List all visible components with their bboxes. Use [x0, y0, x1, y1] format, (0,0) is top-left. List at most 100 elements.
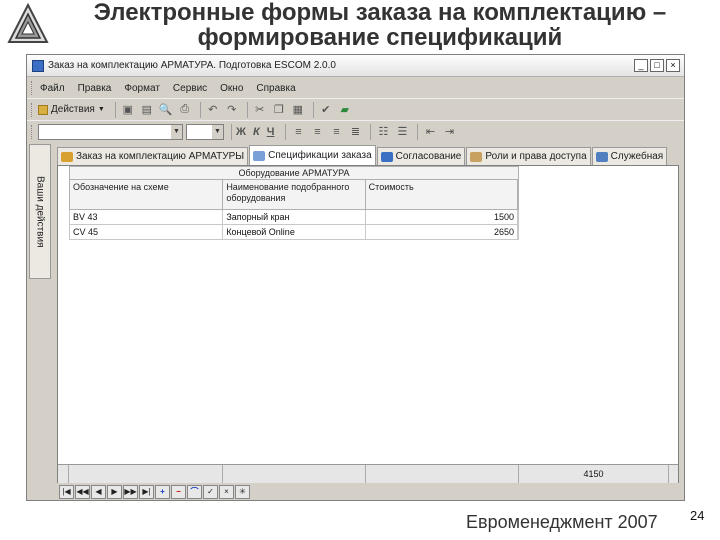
cell-cost[interactable]: 2650 — [366, 225, 518, 239]
delete-record-button[interactable]: − — [171, 484, 186, 499]
align-left-icon[interactable]: ≡ — [290, 124, 306, 140]
prev-record-button[interactable]: ◀ — [91, 484, 106, 499]
tab-bar: Заказ на комплектацию АРМАТУРЫ Специфика… — [57, 145, 683, 165]
first-record-button[interactable]: |◀ — [59, 484, 74, 499]
column-header-designation[interactable]: Обозначение на схеме — [70, 180, 224, 209]
app-icon — [32, 59, 44, 72]
tab-service[interactable]: Служебная — [591, 147, 668, 165]
close-button[interactable]: × — [666, 59, 680, 72]
service-icon — [595, 151, 608, 162]
users-icon — [470, 151, 483, 162]
tab-roles[interactable]: Роли и права доступа — [466, 147, 591, 165]
app-window: Заказ на комплектацию АРМАТУРА. Подготов… — [26, 54, 685, 501]
print-preview-icon[interactable]: 🔍 — [158, 102, 174, 118]
edit-record-button[interactable]: ⌒ — [187, 484, 202, 499]
chevron-down-icon: ▼ — [97, 106, 105, 113]
table-row[interactable]: BV 43 Запорный кран 1500 — [69, 210, 519, 225]
window-title: Заказ на комплектацию АРМАТУРА. Подготов… — [48, 60, 336, 71]
paste-icon[interactable]: ▦ — [290, 102, 306, 118]
redo-icon[interactable]: ↷ — [224, 102, 240, 118]
slide-title-line2: формирование спецификаций — [197, 24, 563, 51]
actions-button[interactable]: Действия ▼ — [38, 104, 105, 115]
cell-designation[interactable]: CV 45 — [70, 225, 224, 239]
justify-icon[interactable]: ≣ — [347, 124, 363, 140]
standard-toolbar: Действия ▼ ▣ ▤ 🔍 ⎙ ↶ ↷ ✂ ❐ ▦ ✔ ▰ — [27, 98, 684, 120]
formatting-toolbar: ▼ ▼ Ж К Ч ≡ ≡ ≡ ≣ ☷ ☰ ⇤ ⇥ — [27, 120, 684, 142]
tab-specifications[interactable]: Спецификации заказа — [249, 145, 376, 165]
minimize-button[interactable]: _ — [634, 59, 648, 72]
cell-equipment-name[interactable]: Запорный кран — [223, 210, 366, 224]
sidebar-your-actions[interactable]: Ваши действия — [29, 144, 51, 279]
print-icon[interactable]: ⎙ — [177, 102, 193, 118]
next-record-button[interactable]: ▶ — [107, 484, 122, 499]
underline-button[interactable]: Ч — [267, 126, 275, 138]
actions-icon — [38, 104, 48, 115]
tab-label: Служебная — [610, 151, 664, 162]
page-number: 24 — [690, 508, 705, 523]
tab-label: Роли и права доступа — [485, 151, 587, 162]
column-header-equipment-name[interactable]: Наименование подобранного оборудования — [223, 180, 366, 209]
cell-designation[interactable]: BV 43 — [70, 210, 224, 224]
toolbar-grip[interactable] — [31, 102, 34, 117]
cell-equipment-name[interactable]: Концевой Online — [223, 225, 366, 239]
specification-grid-panel: Оборудование АРМАТУРА Обозначение на схе… — [57, 165, 679, 483]
align-right-icon[interactable]: ≡ — [328, 124, 344, 140]
total-cost: 4150 — [519, 465, 669, 483]
prev-page-button[interactable]: ◀◀ — [75, 484, 90, 499]
confirm-button[interactable]: ✓ — [203, 484, 218, 499]
tab-label: Спецификации заказа — [268, 150, 372, 161]
next-page-button[interactable]: ▶▶ — [123, 484, 138, 499]
cell-cost[interactable]: 1500 — [366, 210, 518, 224]
save-icon[interactable]: ▣ — [120, 102, 136, 118]
font-size-select[interactable]: ▼ — [186, 123, 224, 140]
menu-file[interactable]: Файл — [40, 83, 65, 94]
book-icon[interactable]: ▰ — [337, 102, 353, 118]
window-titlebar[interactable]: Заказ на комплектацию АРМАТУРА. Подготов… — [27, 55, 684, 77]
spellcheck-icon[interactable]: ✔ — [318, 102, 334, 118]
order-icon — [61, 151, 73, 162]
tab-approval[interactable]: Согласование — [376, 147, 466, 165]
filter-button[interactable]: ✳ — [235, 484, 250, 499]
align-center-icon[interactable]: ≡ — [309, 124, 325, 140]
actions-label: Действия — [51, 104, 95, 115]
menu-service[interactable]: Сервис — [173, 83, 207, 94]
maximize-button[interactable]: □ — [650, 59, 664, 72]
specification-icon — [253, 150, 266, 161]
add-record-button[interactable]: + — [155, 484, 170, 499]
font-name-select[interactable]: ▼ — [38, 123, 183, 140]
grid-group-header: Оборудование АРМАТУРА — [69, 166, 519, 180]
last-record-button[interactable]: ▶| — [139, 484, 154, 499]
brand-footer: Евроменеджмент 2007 — [466, 512, 658, 532]
tab-order[interactable]: Заказ на комплектацию АРМАТУРЫ — [57, 147, 249, 165]
slide-title: Электронные формы заказа на комплектацию… — [0, 0, 720, 50]
outdent-icon[interactable]: ⇤ — [422, 124, 438, 140]
approval-icon — [380, 151, 393, 162]
italic-button[interactable]: К — [253, 126, 260, 138]
table-row[interactable]: CV 45 Концевой Online 2650 — [69, 225, 519, 240]
indent-icon[interactable]: ⇥ — [441, 124, 457, 140]
cut-icon[interactable]: ✂ — [252, 102, 268, 118]
column-header-cost[interactable]: Стоимость — [366, 180, 518, 209]
chevron-down-icon: ▼ — [171, 124, 182, 139]
menu-format[interactable]: Формат — [124, 83, 160, 94]
numbered-list-icon[interactable]: ☷ — [375, 124, 391, 140]
undo-icon[interactable]: ↶ — [205, 102, 221, 118]
toolbar-grip[interactable] — [31, 124, 34, 139]
cancel-button[interactable]: × — [219, 484, 234, 499]
copy-icon[interactable]: ❐ — [271, 102, 287, 118]
toolbar-grip[interactable] — [31, 81, 34, 95]
save-close-icon[interactable]: ▤ — [139, 102, 155, 118]
menu-bar: Файл Правка Формат Сервис Окно Справка — [27, 78, 684, 98]
grid-footer: 4150 — [58, 464, 678, 483]
menu-window[interactable]: Окно — [220, 83, 243, 94]
grid-column-headers: Обозначение на схеме Наименование подобр… — [69, 180, 519, 210]
slide-title-line1: Электронные формы заказа на комплектацию… — [93, 0, 667, 26]
chevron-down-icon: ▼ — [212, 124, 223, 139]
tab-label: Заказ на комплектацию АРМАТУРЫ — [76, 151, 245, 162]
tab-label: Согласование — [395, 151, 462, 162]
menu-help[interactable]: Справка — [256, 83, 295, 94]
record-navigator: |◀ ◀◀ ◀ ▶ ▶▶ ▶| + − ⌒ ✓ × ✳ — [57, 483, 679, 500]
bullet-list-icon[interactable]: ☰ — [394, 124, 410, 140]
menu-edit[interactable]: Правка — [78, 83, 112, 94]
bold-button[interactable]: Ж — [236, 126, 246, 138]
